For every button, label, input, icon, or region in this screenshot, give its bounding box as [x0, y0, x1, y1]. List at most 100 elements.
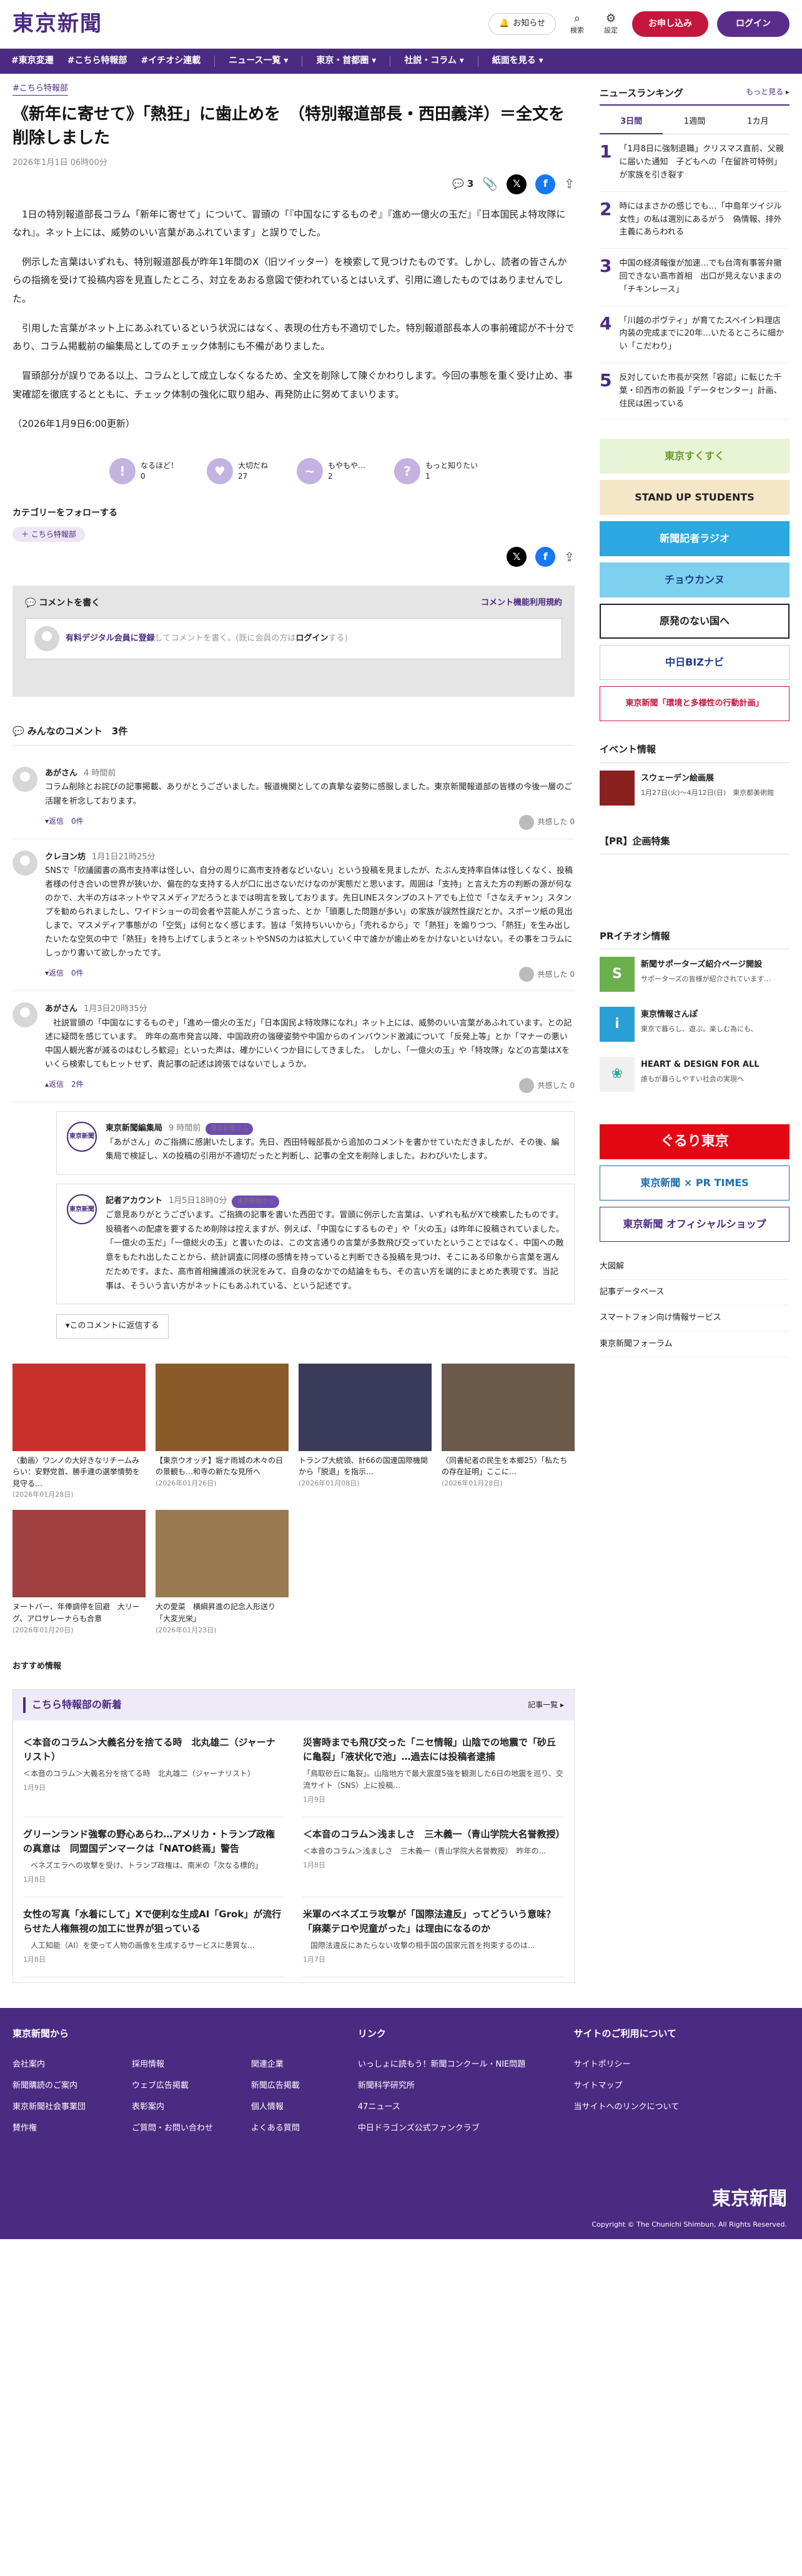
pr-item[interactable]: ❀ HEART & DESIGN FOR ALL 誰もが暮らしやすい社会の実現へ	[600, 1049, 790, 1099]
footer-link[interactable]: 関連企業	[251, 2059, 358, 2071]
related-article[interactable]: 〈同書紀者の民生を本郷25〉「私たちの存在証明」ここに… (2026年01月28…	[442, 1363, 575, 1500]
footer-link[interactable]: 賛作権	[12, 2122, 119, 2135]
side-link-forum[interactable]: 東京新聞フォーラム	[600, 1332, 790, 1357]
comment-count[interactable]: 💬 3	[452, 177, 473, 191]
banner-bizavi[interactable]: 中日BIZナビ	[600, 645, 790, 681]
side-link-database[interactable]: 記事データベース	[600, 1280, 790, 1306]
share-icon[interactable]: ⇪	[564, 174, 575, 194]
kochira-more-link[interactable]: 記事一覧 ▸	[528, 1699, 564, 1711]
kochira-item[interactable]: ＜本音のコラム＞浅ましさ 三木義一（青山学院大名誉教授） ＜本音のコラム＞浅ましさ…	[303, 1817, 565, 1897]
pr-item[interactable]: S 新聞サポーターズ紹介ページ開設 サポーターズの皆様が紹介されています…	[600, 949, 790, 999]
nav-item-kochira[interactable]: #こちら特報部	[67, 54, 127, 68]
nav-item-tokyo[interactable]: 東京・首都圏 ▾	[316, 54, 376, 68]
nav-item-news-list[interactable]: ニュース一覧 ▾	[229, 54, 288, 68]
facebook-share-icon[interactable]: f	[535, 174, 556, 194]
reaction-moyamoya[interactable]: ~ もやもや… 2	[297, 458, 365, 485]
related-article[interactable]: ヌートバー、年俸調停を回避 大リーグ、アロサレーナらも合意 (2026年01月2…	[12, 1510, 146, 1635]
register-button[interactable]: お申し込み	[632, 11, 708, 37]
footer-link[interactable]: 新聞科学研究所	[358, 2080, 574, 2092]
nav-item-editorial[interactable]: 社説・コラム ▾	[404, 54, 463, 68]
banner-prtimes[interactable]: 東京新聞 × PR TIMES	[600, 1166, 790, 1201]
kochira-item[interactable]: ＜本音のコラム＞大義名分を捨てる時 北丸雄二（ジャーナリスト） ＜本音のコラム＞大…	[23, 1725, 284, 1817]
ranking-more-link[interactable]: もっと見る ▸	[746, 86, 790, 101]
related-article[interactable]: 大の愛菜 横綱昇進の記念人形送り「大変光栄」 (2026年01月23日)	[156, 1510, 289, 1635]
nav-item-tokyo-hensen[interactable]: #東京変遷	[11, 54, 54, 68]
side-link-smartphone[interactable]: スマートフォン向け情報サービス	[600, 1305, 790, 1332]
ranking-item[interactable]: 1 「1月8日に強制退職」クリスマス直前、父親に届いた通知 子どもへの「在留許可特…	[600, 134, 790, 192]
x-share-icon[interactable]: 𝕏	[507, 174, 527, 194]
related-article[interactable]: 【東京ウオッチ】堀ナ雨城の木々の日の景観も…和寺の新たな見所へ (2026年01…	[156, 1363, 289, 1500]
follow-category-button[interactable]: ＋ こちら特報部	[12, 526, 85, 542]
kochira-item[interactable]: 米軍のベネズエラ攻撃が「国際法違反」ってどういう意味？「麻薬テロや児童がった」は…	[303, 1897, 564, 1977]
ranking-item[interactable]: 5 反対していた市長が突然「容認」に転じた千葉・印西市の新設「データセンター」計画…	[600, 363, 790, 421]
event-item[interactable]: スウェーデン絵画展 1月27日(火)～4月12日(日) 東京都美術館	[600, 763, 790, 813]
banner-environment[interactable]: 東京新聞「環境と多様性の行動計画」	[600, 686, 790, 722]
banner-shop[interactable]: 東京新聞 オフィシャルショップ	[600, 1207, 790, 1242]
footer-link[interactable]: 中日ドラゴンズ公式ファンクラブ	[358, 2122, 574, 2135]
agree-button[interactable]: 共感した 0	[518, 1077, 575, 1093]
banner-radio[interactable]: 新聞記者ラジオ	[600, 521, 790, 557]
comment-policy-link[interactable]: コメント機能利用規約	[481, 597, 562, 611]
share-icon[interactable]: ⇪	[564, 547, 575, 567]
login-button[interactable]: ログイン	[717, 11, 790, 37]
footer-link[interactable]: ご質問・お問い合わせ	[132, 2122, 239, 2135]
ranking-item[interactable]: 3 中国の経済報復が加速…でも台湾有事答弁撤回できない高市首相 出口が見えないまま…	[600, 249, 790, 306]
banner-standup[interactable]: STAND UP STUDENTS	[600, 480, 790, 516]
footer-link[interactable]: 47ニュース	[358, 2101, 574, 2114]
reply-toggle[interactable]: ▾返信 0件	[45, 815, 84, 830]
footer-link[interactable]: 会社案内	[12, 2059, 119, 2071]
footer-link[interactable]: 表彰案内	[132, 2101, 239, 2114]
ranking-item[interactable]: 2 時にはまさかの感じでも…「中島年ツイジル女性」の私は選別にあるがう 偽情報、排…	[600, 192, 790, 249]
footer-link[interactable]: 新聞購読のご案内	[12, 2080, 119, 2092]
kochira-item-title: 米軍のベネズエラ攻撃が「国際法違反」ってどういう意味？「麻薬テロや児童がった」は…	[303, 1908, 556, 1934]
banner-chokanu[interactable]: チョウカンヌ	[600, 562, 790, 598]
footer-link[interactable]: 東京新聞社会事業団	[12, 2101, 119, 2114]
comment-input[interactable]: 有料デジタル会員に登録してコメントを書く。(既に会員の方はログインする)	[25, 618, 562, 660]
member-register-link[interactable]: 有料デジタル会員に登録	[66, 634, 155, 643]
banner-genpatsu[interactable]: 原発のない国へ	[600, 604, 790, 639]
reply-toggle[interactable]: ▴返信 2件	[45, 1078, 84, 1093]
tab-1month[interactable]: 1カ月	[726, 111, 790, 135]
footer-link[interactable]: サイトポリシー	[573, 2059, 790, 2071]
x-share-icon[interactable]: 𝕏	[507, 547, 527, 567]
pr-item[interactable]: i 東京情報さんぽ 東京で暮らし、遊ぶ。楽しむ為にも、	[600, 999, 790, 1049]
site-logo[interactable]: 東京新聞	[12, 7, 102, 41]
agree-button[interactable]: 共感した 0	[518, 967, 575, 982]
agree-button[interactable]: 共感した 0	[518, 814, 575, 830]
facebook-share-icon[interactable]: f	[535, 547, 556, 567]
kochira-item[interactable]: 災害時までも飛び交った「ニセ情報」山陰での地震で「砂丘に亀裂」「液状化で池」…過…	[303, 1725, 564, 1817]
side-link-daizukai[interactable]: 大図解	[600, 1254, 790, 1281]
footer-link[interactable]: いっしょに読もう！新聞コンクール・NIE問題	[358, 2059, 574, 2071]
nav-item-ichioshi[interactable]: #イチオシ連載	[141, 54, 200, 68]
footer-link[interactable]: 当サイトへのリンクについて	[573, 2101, 790, 2114]
related-article[interactable]: トランプ大統領、計66の国連国際機関から「脱退」を指示… (2026年01月08…	[299, 1363, 432, 1500]
category-link[interactable]: #こちら特報部	[12, 82, 68, 96]
banner-sukusuku[interactable]: 東京すくすく	[600, 439, 790, 474]
footer-link[interactable]: サイトマップ	[573, 2080, 790, 2092]
kochira-item[interactable]: 女性の写真「水着にして」Xで便利な生成AI「Grok」が流行らせた人権無視の加工…	[23, 1897, 284, 1977]
banner-gururi[interactable]: ぐるり東京	[600, 1124, 790, 1160]
tab-3days[interactable]: 3日間	[600, 111, 663, 135]
nav-item-paper[interactable]: 紙面を見る ▾	[492, 54, 543, 68]
reaction-taisetsu[interactable]: ♥ 大切だね 27	[206, 458, 268, 485]
footer-link[interactable]: 新聞広告掲載	[251, 2080, 358, 2092]
ranking-item[interactable]: 4 「川越のポヴティ」が育てたスペイン料理店 内装の完成までに20年…いたるところ…	[600, 306, 790, 363]
footer-logo[interactable]: 東京新聞	[712, 2185, 787, 2214]
reply-toggle[interactable]: ▾返信 0件	[45, 967, 84, 982]
notice-button[interactable]: 🔔 お知らせ	[488, 13, 556, 35]
footer-link[interactable]: 採用情報	[132, 2059, 239, 2071]
footer-link[interactable]: ウェブ広告掲載	[132, 2080, 239, 2092]
reaction-naruhodo[interactable]: ! なるほど！ 0	[109, 458, 178, 485]
settings-button[interactable]: ⚙ 設定	[598, 12, 623, 36]
clip-icon[interactable]: 📎	[482, 174, 498, 194]
reaction-motto[interactable]: ? もっと知りたい 1	[394, 458, 478, 485]
tab-1week[interactable]: 1週間	[663, 111, 726, 135]
reply-to-comment-button[interactable]: ▾このコメントに返信する	[56, 1314, 169, 1339]
footer-link[interactable]: よくある質問	[251, 2122, 358, 2135]
related-article[interactable]: 〈動画〉ワンノの大好きなリチームみらい：安野党首、勝手連の選挙情勢を見守る… (…	[12, 1363, 146, 1500]
pr-item-sub: サポーターズの皆様が紹介されています…	[641, 975, 771, 984]
comment-login-link[interactable]: ログイン	[295, 634, 328, 643]
footer-link[interactable]: 個人情報	[251, 2101, 358, 2114]
kochira-item[interactable]: グリーンランド強奪の野心あらわ…アメリカ・トランプ政権の真意は 同盟国デンマーク…	[23, 1817, 284, 1897]
search-button[interactable]: ⌕ 検索	[565, 12, 590, 36]
